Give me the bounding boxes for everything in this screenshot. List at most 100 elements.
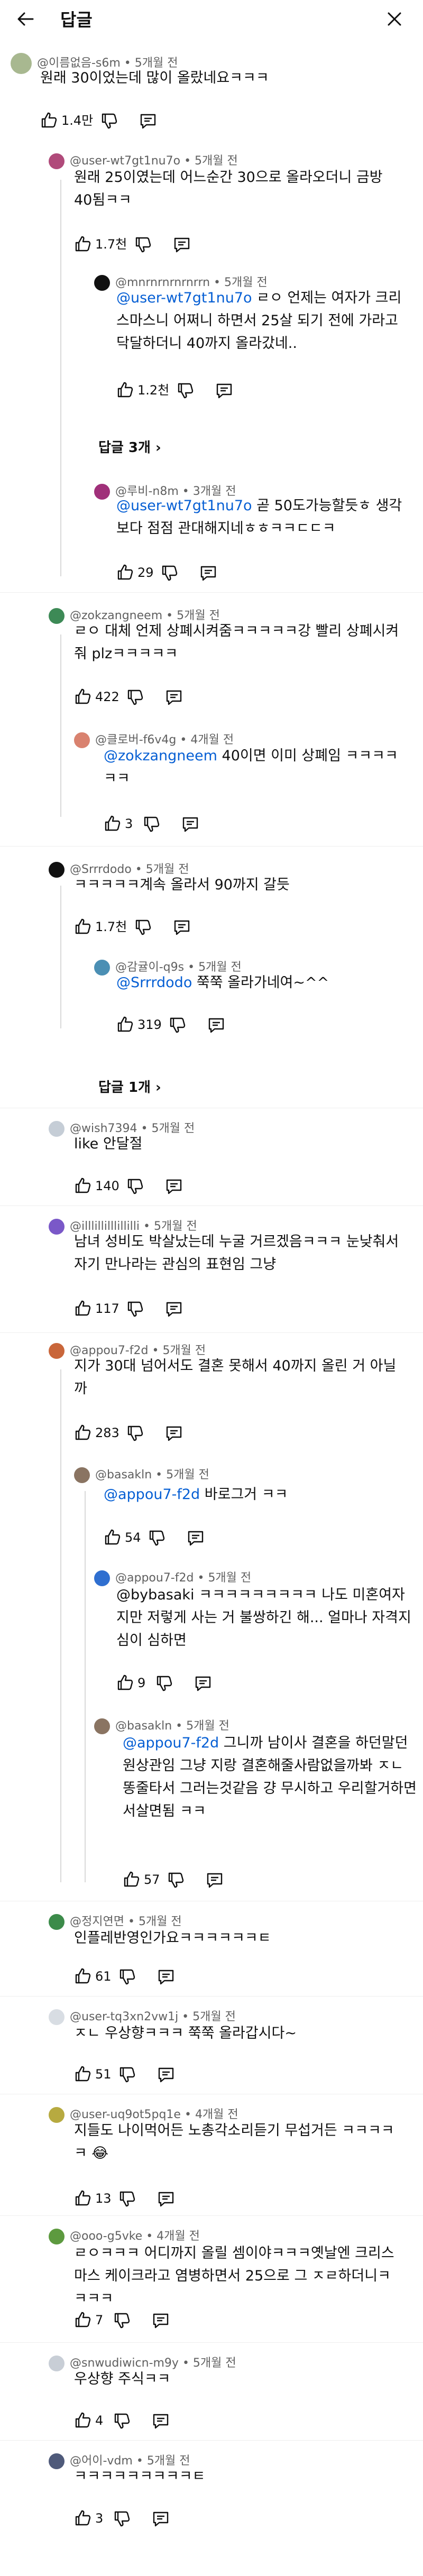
dislike-icon[interactable] — [118, 1968, 136, 1986]
like-icon[interactable] — [74, 2189, 92, 2207]
dislike-icon[interactable] — [126, 1424, 144, 1442]
like-icon[interactable] — [116, 1015, 134, 1033]
dislike-icon[interactable] — [177, 382, 195, 400]
chevron-right-icon: › — [150, 440, 161, 456]
comment-divider — [0, 592, 423, 593]
mention-link[interactable]: @Srrrdodo — [116, 974, 192, 991]
like-icon[interactable] — [74, 687, 92, 705]
reply-icon[interactable] — [215, 382, 234, 400]
dislike-icon[interactable] — [118, 2190, 136, 2208]
avatar[interactable] — [49, 862, 65, 878]
reply-icon[interactable] — [207, 1016, 226, 1034]
like-icon[interactable] — [116, 1673, 134, 1691]
dislike-icon[interactable] — [134, 918, 152, 936]
comment-author[interactable]: @appou7-f2d — [115, 1571, 194, 1585]
more-replies-button[interactable]: 답글 3개 › — [98, 439, 161, 457]
dislike-icon[interactable] — [113, 2510, 131, 2528]
dislike-icon[interactable] — [126, 1300, 144, 1318]
dislike-icon[interactable] — [169, 1016, 187, 1034]
reply-icon[interactable] — [151, 2312, 170, 2330]
reply-icon[interactable] — [139, 112, 158, 130]
like-icon[interactable] — [74, 1299, 92, 1317]
like-icon[interactable] — [74, 2065, 92, 2083]
dislike-icon[interactable] — [100, 112, 118, 130]
comment-author[interactable]: @basakln — [95, 1468, 152, 1482]
dislike-icon[interactable] — [155, 1675, 173, 1692]
like-icon[interactable] — [74, 1423, 92, 1441]
mention-link[interactable]: @user-wt7gt1nu7o — [116, 498, 252, 514]
avatar[interactable] — [49, 153, 65, 169]
reply-icon[interactable] — [181, 815, 200, 833]
dislike-icon[interactable] — [113, 2312, 131, 2330]
mention-link[interactable]: @zokzangneem — [104, 748, 217, 764]
avatar[interactable] — [49, 1343, 65, 1359]
like-icon[interactable] — [123, 1870, 141, 1888]
like-icon[interactable] — [104, 1528, 122, 1546]
dislike-icon[interactable] — [113, 2412, 131, 2430]
avatar[interactable] — [49, 608, 65, 624]
like-icon[interactable] — [74, 1967, 92, 1985]
more-replies-button[interactable]: 답글 1개 › — [98, 1079, 161, 1097]
like-icon[interactable] — [40, 111, 58, 129]
dislike-icon[interactable] — [161, 564, 179, 582]
more-replies-label: 답글 3개 — [98, 440, 151, 456]
comment-author[interactable]: @basakln — [115, 1719, 172, 1733]
avatar[interactable] — [94, 275, 110, 291]
avatar[interactable] — [11, 53, 32, 74]
reply-icon[interactable] — [172, 236, 191, 254]
like-icon[interactable] — [74, 1176, 92, 1194]
reply-icon[interactable] — [164, 688, 183, 706]
mention-link[interactable]: @appou7-f2d — [123, 1735, 219, 1751]
reply-icon[interactable] — [151, 2510, 170, 2528]
reply-icon[interactable] — [157, 2066, 176, 2084]
avatar[interactable] — [49, 1219, 65, 1235]
avatar[interactable] — [94, 960, 110, 976]
dislike-icon[interactable] — [134, 236, 152, 254]
comment-text: @appou7-f2d 바로그거 ㅋㅋ — [104, 1483, 410, 1506]
avatar[interactable] — [49, 2009, 65, 2025]
comment-body: 원래 25이였는데 어느순간 30으로 올라오더니 금방 40됨ㅋㅋ — [74, 169, 383, 208]
mention-link[interactable]: @user-wt7gt1nu7o — [116, 290, 252, 306]
reply-icon[interactable] — [186, 1529, 205, 1547]
like-icon[interactable] — [116, 563, 134, 581]
dislike-icon[interactable] — [126, 1177, 144, 1195]
reply-icon[interactable] — [164, 1424, 183, 1442]
dislike-icon[interactable] — [167, 1871, 185, 1889]
header: 답글 — [0, 0, 423, 39]
avatar[interactable] — [49, 2453, 65, 2469]
reply-icon[interactable] — [157, 1968, 176, 1986]
mention-link[interactable]: @appou7-f2d — [104, 1486, 200, 1503]
avatar[interactable] — [49, 1914, 65, 1930]
reply-icon[interactable] — [164, 1300, 183, 1318]
avatar[interactable] — [94, 1718, 110, 1734]
comment-author[interactable]: @ooo-g5vke — [70, 2230, 142, 2243]
avatar[interactable] — [49, 1121, 65, 1137]
reply-icon[interactable] — [157, 2190, 176, 2208]
avatar[interactable] — [94, 484, 110, 500]
avatar[interactable] — [49, 2356, 65, 2371]
like-icon[interactable] — [116, 381, 134, 399]
reply-icon[interactable] — [194, 1675, 213, 1692]
avatar[interactable] — [74, 1467, 90, 1483]
dislike-icon[interactable] — [118, 2066, 136, 2084]
reply-icon[interactable] — [205, 1871, 224, 1889]
reply-icon[interactable] — [199, 564, 218, 582]
like-icon[interactable] — [74, 2311, 92, 2329]
like-icon[interactable] — [74, 235, 92, 253]
reply-icon[interactable] — [151, 2412, 170, 2430]
reply-icon[interactable] — [172, 918, 191, 936]
avatar[interactable] — [49, 2107, 65, 2123]
avatar[interactable] — [74, 732, 90, 748]
avatar[interactable] — [49, 2229, 65, 2244]
like-icon[interactable] — [74, 2411, 92, 2429]
like-icon[interactable] — [74, 2509, 92, 2527]
back-arrow-icon[interactable] — [15, 8, 36, 30]
dislike-icon[interactable] — [126, 688, 144, 706]
close-icon[interactable] — [384, 8, 405, 30]
like-icon[interactable] — [74, 917, 92, 935]
dislike-icon[interactable] — [143, 815, 161, 833]
reply-icon[interactable] — [164, 1177, 183, 1195]
dislike-icon[interactable] — [148, 1529, 166, 1547]
avatar[interactable] — [94, 1570, 110, 1586]
like-icon[interactable] — [104, 814, 122, 832]
